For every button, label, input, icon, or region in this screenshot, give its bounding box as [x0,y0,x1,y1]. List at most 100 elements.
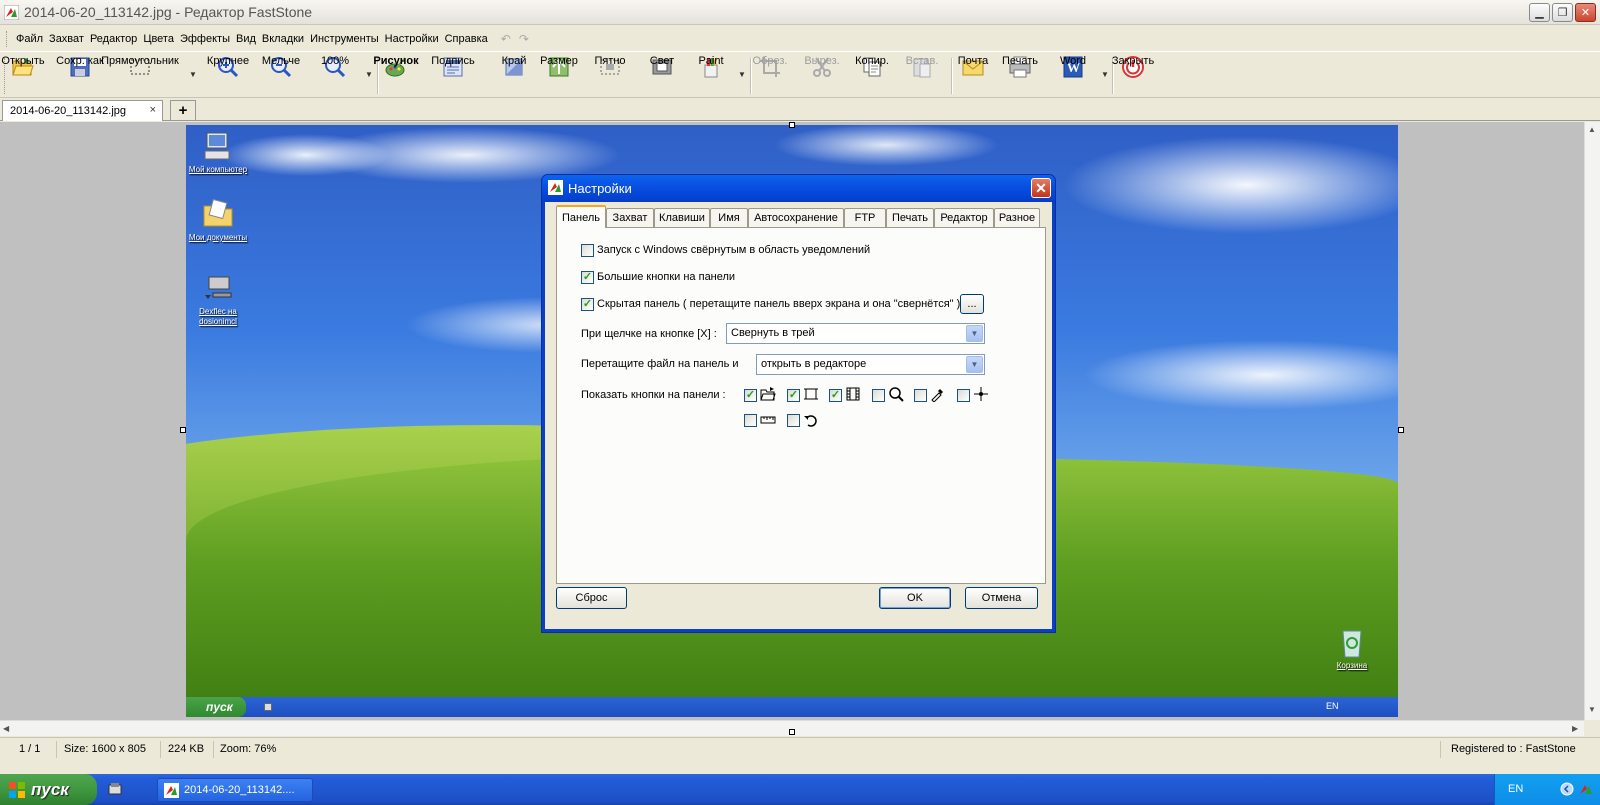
undo-icon [804,415,817,427]
panel-button-checkbox[interactable] [957,389,970,402]
zoom-out-button[interactable]: Мельче [262,55,300,97]
panel-button-checkbox[interactable] [787,414,800,427]
tab-misc[interactable]: Разное [994,208,1040,227]
crop-button[interactable]: Обрез. [753,55,787,97]
big-buttons-label: Большие кнопки на панели [597,271,736,283]
desktop-icon-recycle-bin: Корзина [1322,625,1382,671]
menu-editor[interactable]: Редактор [87,33,140,45]
save-as-button[interactable]: Сохр. как [56,55,104,97]
paste-button[interactable]: Встав. [906,55,938,97]
hidden-panel-checkbox[interactable]: ✓ [581,298,594,311]
language-indicator[interactable]: EN [1508,783,1523,795]
tab-name[interactable]: Имя [710,208,748,227]
add-tab-button[interactable]: + [170,100,196,120]
menu-tools[interactable]: Инструменты [307,33,382,45]
menu-colors[interactable]: Цвета [140,33,177,45]
redo-icon[interactable]: ↷ [519,32,529,46]
menu-settings[interactable]: Настройки [382,33,442,45]
ok-button[interactable]: OK [879,587,951,609]
menu-file[interactable]: Файл [13,33,46,45]
rectangle-dropdown-icon[interactable]: ▼ [189,70,197,79]
tab-ftp[interactable]: FTP [844,208,886,227]
resize-handle[interactable] [789,729,795,735]
light-button[interactable]: Свет [650,55,674,97]
click-x-select[interactable]: Свернуть в трей ▼ [726,323,985,344]
tray-arrow-icon[interactable] [1560,782,1574,796]
zoom-dropdown-icon[interactable]: ▼ [365,70,373,79]
scroll-up-icon[interactable]: ▲ [1588,125,1596,134]
start-button[interactable]: пуск [0,774,97,805]
title-bar: 2014-06-20_113142.jpg - Редактор FastSto… [0,0,1600,25]
undo-icon[interactable]: ↶ [501,32,511,46]
document-tab[interactable]: 2014-06-20_113142.jpg × [2,100,163,121]
menu-capture[interactable]: Захват [46,33,87,45]
resize-button[interactable]: Размер [540,55,578,97]
close-icon[interactable]: ✕ [1575,3,1596,22]
open-button[interactable]: Открыть [1,55,45,97]
panel-button-checkbox[interactable] [744,414,757,427]
cut-button[interactable]: Вырез. [804,55,840,97]
scroll-right-icon[interactable]: ▶ [1572,724,1578,733]
status-separator [160,741,161,758]
zoom-level-button[interactable]: 100% [321,55,349,97]
tab-print[interactable]: Печать [886,208,934,227]
panel-button-checkbox[interactable] [872,389,885,402]
chevron-down-icon[interactable]: ▼ [966,325,983,342]
vertical-scrollbar[interactable]: ▲ ▼ [1584,122,1600,720]
scroll-down-icon[interactable]: ▼ [1588,705,1596,714]
reset-button[interactable]: Сброс [556,587,627,609]
start-tray-checkbox[interactable] [581,244,594,257]
tab-autosave[interactable]: Автосохранение [748,208,844,227]
copy-button[interactable]: Копир. [855,55,889,97]
quick-launch-icon[interactable] [107,781,123,797]
drag-file-select[interactable]: открыть в редакторе ▼ [756,354,985,375]
click-x-value: Свернуть в трей [731,327,815,339]
chevron-down-icon[interactable]: ▼ [966,356,983,373]
resize-handle[interactable] [1398,427,1404,433]
print-button[interactable]: Печать [1002,55,1038,97]
hidden-panel-more-button[interactable]: ... [960,294,984,314]
big-buttons-checkbox[interactable]: ✓ [581,271,594,284]
resize-handle[interactable] [180,427,186,433]
panel-button-checkbox[interactable] [914,389,927,402]
word-button[interactable]: W Word [1060,55,1086,97]
resize-handle[interactable] [789,122,795,128]
cancel-button[interactable]: Отмена [965,587,1038,609]
drag-file-value: открыть в редакторе [761,358,867,370]
tab-hotkeys[interactable]: Клавиши [654,208,710,227]
tab-editor[interactable]: Редактор [934,208,994,227]
windows-logo-icon [9,782,25,798]
faststone-tray-icon[interactable] [1579,782,1593,796]
zoom-in-button[interactable]: Крупнее [207,55,249,97]
menu-tabs[interactable]: Вкладки [259,33,307,45]
taskbar-app-button[interactable]: 2014-06-20_113142.... [157,778,313,802]
registered-to: Registered to : FastStone [1451,743,1576,755]
draw-button[interactable]: Рисунок [373,55,419,97]
menu-effects[interactable]: Эффекты [177,33,233,45]
paint-button[interactable]: Paint [698,55,724,97]
caption-button[interactable]: Подпись [431,55,475,97]
word-dropdown-icon[interactable]: ▼ [1101,70,1109,79]
edge-button[interactable]: Край [502,55,526,97]
minimize-icon[interactable]: ▁ [1529,3,1550,22]
tab-close-icon[interactable]: × [150,104,156,116]
file-size: 224 KB [168,743,205,755]
email-button[interactable]: Почта [958,55,988,97]
menu-view[interactable]: Вид [233,33,259,45]
panel-button-checkbox[interactable]: ✓ [744,389,757,402]
click-x-label: При щелчке на кнопке [X] : [581,328,717,340]
scroll-left-icon[interactable]: ◀ [3,724,9,733]
panel-button-checkbox[interactable]: ✓ [787,389,800,402]
restore-icon[interactable]: ❐ [1552,3,1573,22]
spot-button[interactable]: Пятно [594,55,626,97]
tab-capture[interactable]: Захват [606,208,654,227]
dialog-close-icon[interactable]: ✕ [1031,178,1051,198]
close-button[interactable]: Закрыть [1112,55,1154,97]
image-size: Size: 1600 x 805 [64,743,146,755]
rectangle-button[interactable]: Прямоугольник [101,55,179,97]
tab-panel[interactable]: Панель [556,205,606,228]
system-tray: EN [1494,774,1600,805]
menu-help[interactable]: Справка [442,33,491,45]
panel-button-checkbox[interactable]: ✓ [829,389,842,402]
paint-dropdown-icon[interactable]: ▼ [738,70,746,79]
